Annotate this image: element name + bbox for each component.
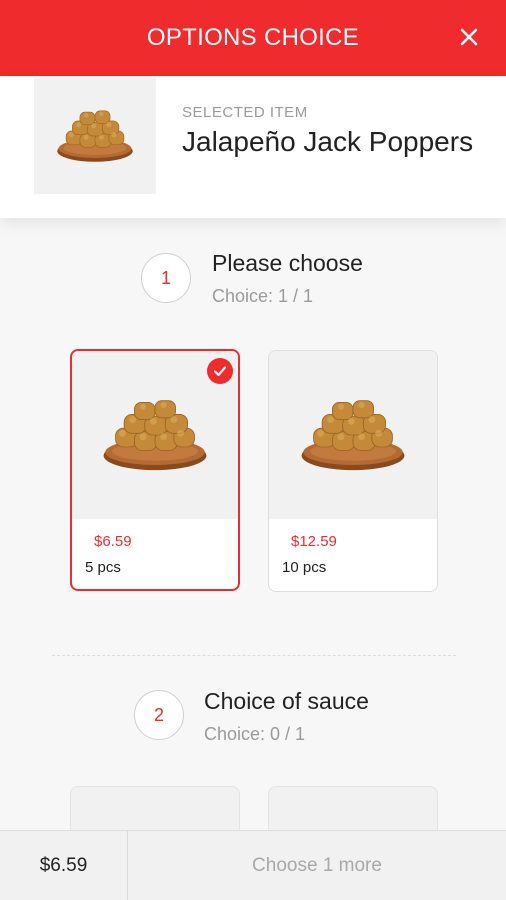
option-name: 5 pcs <box>85 559 121 576</box>
option-card-10-pcs[interactable]: $12.59 10 pcs <box>268 350 438 592</box>
page-title: OPTIONS CHOICE <box>146 24 360 51</box>
total-price: $6.59 <box>0 831 128 900</box>
option-card-5-pcs[interactable]: $6.59 5 pcs <box>70 349 240 591</box>
header-bar: OPTIONS CHOICE <box>0 0 506 76</box>
section-2-number: 2 <box>134 690 184 740</box>
option-image <box>269 351 437 519</box>
option-price: $6.59 <box>94 533 132 550</box>
checkmark-icon <box>207 358 233 384</box>
selected-item-name: Jalapeño Jack Poppers <box>182 126 474 157</box>
section-2-title: Choice of sauce <box>204 688 369 714</box>
section-2-choice-count: Choice: 0 / 1 <box>204 724 306 744</box>
selected-item-label: SELECTED ITEM <box>182 104 308 121</box>
option-name: 10 pcs <box>282 559 327 576</box>
section-1-choice-count: Choice: 1 / 1 <box>212 286 314 306</box>
section-divider <box>52 655 456 656</box>
footer-bar: $6.59 Choose 1 more <box>0 830 506 900</box>
selected-item-card: SELECTED ITEM Jalapeño Jack Poppers <box>0 76 506 218</box>
close-button[interactable] <box>454 22 484 52</box>
choose-more-button[interactable]: Choose 1 more <box>128 831 506 900</box>
section-1-number: 1 <box>141 253 191 303</box>
section-1-title: Please choose <box>212 250 363 276</box>
selected-item-image <box>34 78 156 194</box>
close-icon <box>460 28 478 46</box>
option-price: $12.59 <box>291 533 337 550</box>
